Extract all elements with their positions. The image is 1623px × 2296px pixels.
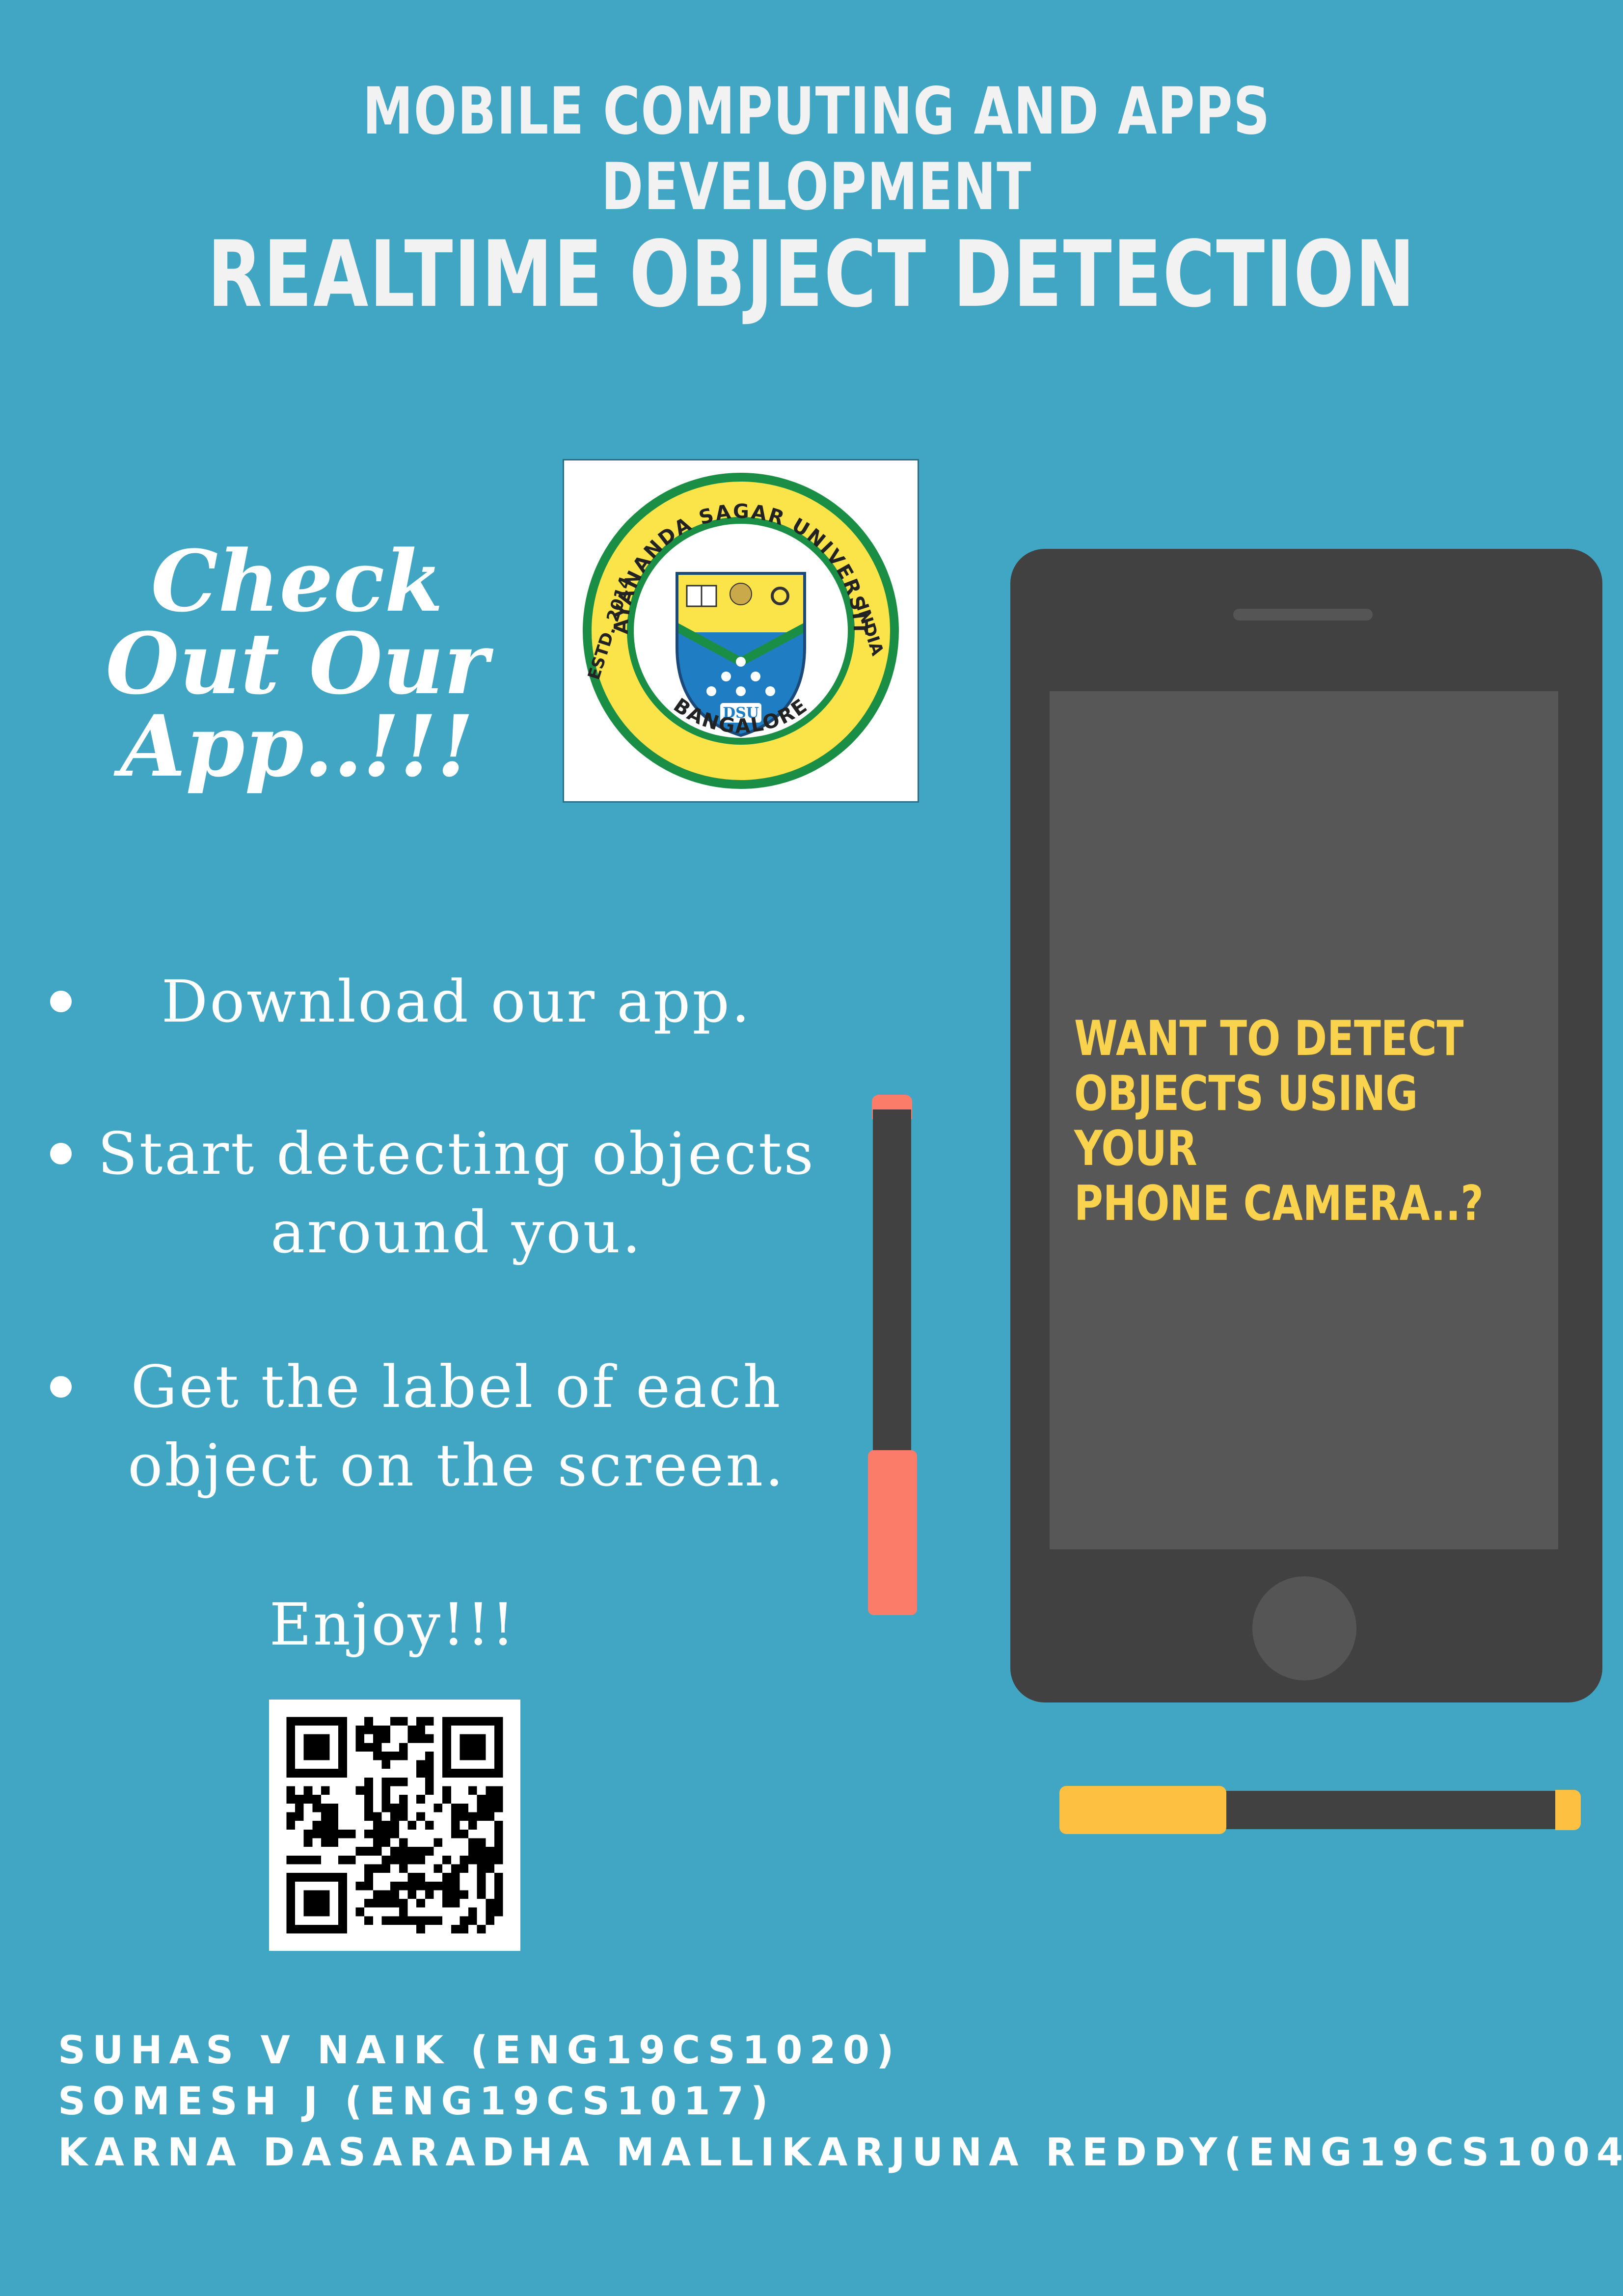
author-name: KARNA DASARADHA MALLIKARJUNA REDDY(ENG19… <box>58 2131 1623 2175</box>
pen-icon <box>1198 1791 1561 1829</box>
author-list: SUHAS V NAIK (ENG19CS1020) SOMESH J (ENG… <box>58 2025 1623 2178</box>
phone-screen-text: WANT TO DETECT OBJECTS USING YOUR PHONE … <box>1074 1011 1484 1232</box>
seal-logo-icon: DSU DAYANANDA SAGAR UNIVERSITY ESTD. 201… <box>555 443 899 789</box>
list-item-text: Download our app. <box>161 968 752 1035</box>
author-name: SOMESH J (ENG19CS1017) <box>58 2080 775 2124</box>
pen-tip-icon <box>1555 1790 1581 1830</box>
enjoy-text: Enjoy!!! <box>269 1591 516 1658</box>
list-item-text: Get the label of each object on the scree… <box>128 1353 785 1499</box>
pen-cap-icon <box>868 1450 917 1615</box>
tagline-line: Out Our <box>106 614 488 713</box>
course-title: MOBILE COMPUTING AND APPS DEVELOPMENT <box>362 74 1271 225</box>
project-title: REALTIME OBJECT DETECTION <box>207 221 1416 327</box>
phone-speaker-icon <box>1233 609 1373 621</box>
tagline: Check Out Our App..!!! <box>88 531 506 796</box>
qr-code[interactable] <box>269 1700 520 1951</box>
home-button-icon <box>1252 1576 1356 1680</box>
tagline-line: Check <box>151 531 443 631</box>
author-name: SUHAS V NAIK (ENG19CS1020) <box>58 2028 901 2073</box>
university-seal: DSU DAYANANDA SAGAR UNIVERSITY ESTD. 201… <box>555 443 919 803</box>
pen-cap-icon <box>1059 1786 1226 1834</box>
pen-icon <box>873 1109 911 1463</box>
tagline-line: App..!!! <box>120 696 474 796</box>
qr-code-icon <box>286 1717 503 1934</box>
list-item-text: Start detecting objects around you. <box>98 1120 815 1266</box>
